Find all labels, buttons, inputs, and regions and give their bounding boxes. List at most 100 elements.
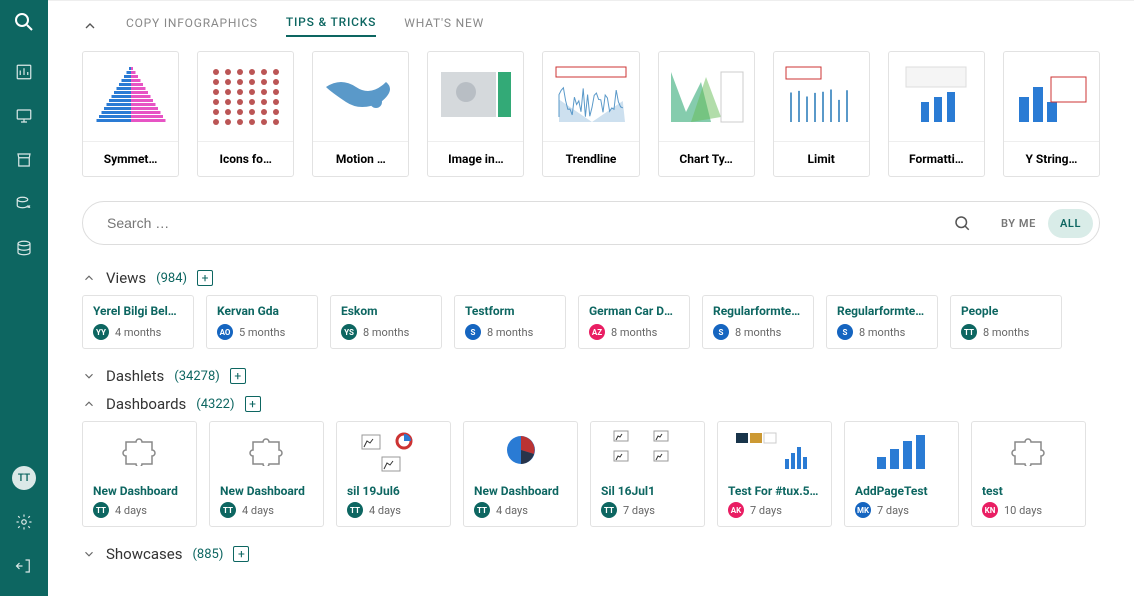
dashboard-thumb	[337, 422, 450, 478]
nav-database-icon[interactable]	[8, 232, 40, 264]
dashboard-item[interactable]: New DashboardTT4 days	[463, 421, 578, 527]
app-logo[interactable]	[12, 10, 36, 34]
section-header-views: Views (984) +	[82, 269, 1100, 287]
user-avatar[interactable]: TT	[8, 462, 40, 494]
avatar: MK	[855, 502, 871, 518]
view-title: People	[961, 304, 1051, 318]
dashlets-count: (34278)	[174, 369, 220, 384]
tip-card[interactable]: Y String…	[1003, 51, 1100, 177]
section-header-showcases: Showcases (885) +	[82, 545, 1100, 563]
view-item[interactable]: Kervan GdaAO5 months	[206, 295, 318, 349]
chevron-down-icon[interactable]	[82, 369, 96, 383]
add-showcase-button[interactable]: +	[233, 546, 249, 562]
tip-thumb	[313, 52, 408, 142]
sidebar: TT	[0, 0, 48, 596]
dashboard-item[interactable]: sil 19Jul6TT4 days	[336, 421, 451, 527]
dashboard-item[interactable]: Sil 16Jul1TT7 days	[590, 421, 705, 527]
dashboard-thumb	[845, 422, 958, 478]
view-time: 8 months	[983, 326, 1029, 339]
tip-thumb	[428, 52, 523, 142]
dashboard-title: New Dashboard	[474, 484, 567, 498]
tip-label: Icons fo…	[198, 142, 293, 176]
search-icon[interactable]	[953, 214, 971, 232]
view-time: 8 months	[859, 326, 905, 339]
tip-card[interactable]: Icons fo…	[197, 51, 294, 177]
search-bar: BY ME ALL	[82, 201, 1100, 245]
avatar: YS	[341, 324, 357, 340]
add-dashboard-button[interactable]: +	[245, 396, 261, 412]
collapse-tabs-icon[interactable]	[82, 18, 98, 34]
dashboard-time: 4 days	[242, 504, 274, 517]
tab-tips-tricks[interactable]: TIPS & TRICKS	[286, 15, 376, 37]
tip-thumb	[1004, 52, 1099, 142]
dashboard-item[interactable]: Test For #tux.5…AK7 days	[717, 421, 832, 527]
view-item[interactable]: EskomYS8 months	[330, 295, 442, 349]
view-item[interactable]: People TT 8 months	[950, 295, 1062, 349]
avatar: TT	[474, 502, 490, 518]
tip-label: Symmet…	[83, 142, 178, 176]
tip-thumb	[83, 52, 178, 142]
tip-card[interactable]: Formatti…	[888, 51, 985, 177]
settings-icon[interactable]	[8, 506, 40, 538]
section-header-dashlets: Dashlets (34278) +	[82, 367, 1100, 385]
dashboard-item[interactable]: New DashboardTT4 days	[209, 421, 324, 527]
tip-thumb	[543, 52, 638, 142]
dashboard-title: test	[982, 484, 1075, 498]
user-avatar-badge: TT	[12, 466, 36, 490]
dashboard-title: New Dashboard	[93, 484, 186, 498]
tip-card[interactable]: Image in…	[427, 51, 524, 177]
view-item[interactable]: Yerel Bilgi Bele…YY4 months	[82, 295, 194, 349]
add-view-button[interactable]: +	[197, 270, 213, 286]
dashboards-title: Dashboards	[106, 395, 186, 413]
dashboard-item[interactable]: AddPageTestMK7 days	[844, 421, 959, 527]
tip-card[interactable]: Limit	[773, 51, 870, 177]
logout-icon[interactable]	[8, 550, 40, 582]
tab-whats-new[interactable]: WHAT'S NEW	[404, 16, 484, 36]
nav-data-icon[interactable]	[8, 188, 40, 220]
dashboard-thumb	[210, 422, 323, 478]
avatar: TT	[961, 324, 977, 340]
avatar: TT	[220, 502, 236, 518]
view-item[interactable]: Regularformte…S8 months	[826, 295, 938, 349]
nav-monitor-icon[interactable]	[8, 100, 40, 132]
views-title: Views	[106, 269, 146, 287]
showcases-title: Showcases	[106, 545, 182, 563]
dashboards-count: (4322)	[196, 397, 234, 412]
tip-label: Trendline	[543, 142, 638, 176]
dashboards-row: New DashboardTT4 daysNew DashboardTT4 da…	[82, 421, 1100, 527]
dashboard-time: 7 days	[877, 504, 909, 517]
chevron-up-icon[interactable]	[82, 271, 96, 285]
nav-store-icon[interactable]	[8, 144, 40, 176]
dashboard-thumb	[83, 422, 196, 478]
dashlets-title: Dashlets	[106, 367, 164, 385]
avatar: TT	[347, 502, 363, 518]
filter-by-me[interactable]: BY ME	[989, 209, 1048, 238]
nav-dashboard-icon[interactable]	[8, 56, 40, 88]
chevron-down-icon[interactable]	[82, 547, 96, 561]
search-input[interactable]	[107, 215, 935, 231]
filter-all[interactable]: ALL	[1048, 209, 1093, 238]
dashboard-time: 10 days	[1004, 504, 1042, 517]
view-item[interactable]: Regularformte…S8 months	[702, 295, 814, 349]
chevron-up-icon[interactable]	[82, 397, 96, 411]
add-dashlet-button[interactable]: +	[230, 368, 246, 384]
dashboard-title: Test For #tux.5…	[728, 484, 821, 498]
views-count: (984)	[156, 271, 187, 286]
avatar: AK	[728, 502, 744, 518]
view-time: 4 months	[115, 326, 161, 339]
tab-copy-infographics[interactable]: COPY INFOGRAPHICS	[126, 16, 258, 36]
dashboard-item[interactable]: testKN10 days	[971, 421, 1086, 527]
view-time: 8 months	[363, 326, 409, 339]
tip-card[interactable]: Chart Ty…	[658, 51, 755, 177]
tip-card[interactable]: Symmet…	[82, 51, 179, 177]
tip-card[interactable]: Motion …	[312, 51, 409, 177]
view-item[interactable]: TestformS8 months	[454, 295, 566, 349]
avatar: AZ	[589, 324, 605, 340]
tabs-row: COPY INFOGRAPHICS TIPS & TRICKS WHAT'S N…	[82, 15, 1100, 37]
avatar: S	[713, 324, 729, 340]
dashboard-title: Sil 16Jul1	[601, 484, 694, 498]
tip-card[interactable]: Trendline	[542, 51, 639, 177]
view-time: 8 months	[735, 326, 781, 339]
dashboard-item[interactable]: New DashboardTT4 days	[82, 421, 197, 527]
view-item[interactable]: German Car Da…AZ8 months	[578, 295, 690, 349]
